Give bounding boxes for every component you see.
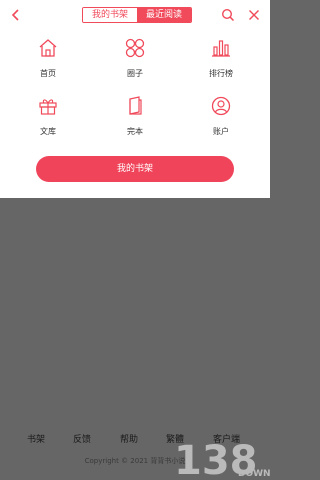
- footer-link-shelf[interactable]: 书架: [27, 432, 45, 445]
- search-icon: [221, 8, 235, 22]
- grid-item-label: 账户: [213, 127, 229, 136]
- grid-item-label: 完本: [127, 127, 143, 136]
- gift-icon: [39, 99, 57, 115]
- watermark-logo: 138 DOWN: [174, 438, 270, 480]
- footer-link-help[interactable]: 帮助: [120, 432, 138, 445]
- grid-item-finished[interactable]: 完本: [105, 92, 165, 142]
- search-button[interactable]: [219, 6, 237, 24]
- footer-link-feedback[interactable]: 反馈: [73, 432, 91, 445]
- user-circle-icon: [211, 96, 231, 116]
- grid-item-ranking[interactable]: 排行榜: [191, 34, 251, 84]
- book-icon: [129, 96, 142, 115]
- home-icon: [39, 39, 57, 57]
- grid-item-label: 文库: [40, 127, 56, 136]
- tab-recent-reading[interactable]: 最近阅读: [137, 8, 191, 22]
- grid-item-library[interactable]: 文库: [18, 92, 78, 142]
- header-bar: 我的书架 最近阅读: [0, 0, 270, 30]
- four-circles-icon: [125, 38, 145, 58]
- close-icon: [249, 10, 259, 20]
- close-button[interactable]: [245, 6, 263, 24]
- my-shelf-button[interactable]: 我的书架: [36, 156, 234, 182]
- grid-item-home[interactable]: 首页: [18, 34, 78, 84]
- grid-item-label: 圈子: [127, 69, 143, 78]
- menu-panel: 我的书架 最近阅读 首页 圈子 排行榜 文库 完本 账户 我的书架: [0, 0, 270, 198]
- chevron-left-icon: [11, 9, 19, 21]
- grid-item-label: 首页: [40, 69, 56, 78]
- bar-chart-icon: [212, 40, 230, 57]
- grid-item-account[interactable]: 账户: [191, 92, 251, 142]
- svg-text:DOWN: DOWN: [238, 469, 270, 479]
- back-button[interactable]: [6, 5, 26, 25]
- tab-my-shelf[interactable]: 我的书架: [83, 8, 137, 22]
- grid-item-label: 排行榜: [209, 69, 233, 78]
- tab-switcher: 我的书架 最近阅读: [82, 7, 192, 23]
- grid-item-circles[interactable]: 圈子: [105, 34, 165, 84]
